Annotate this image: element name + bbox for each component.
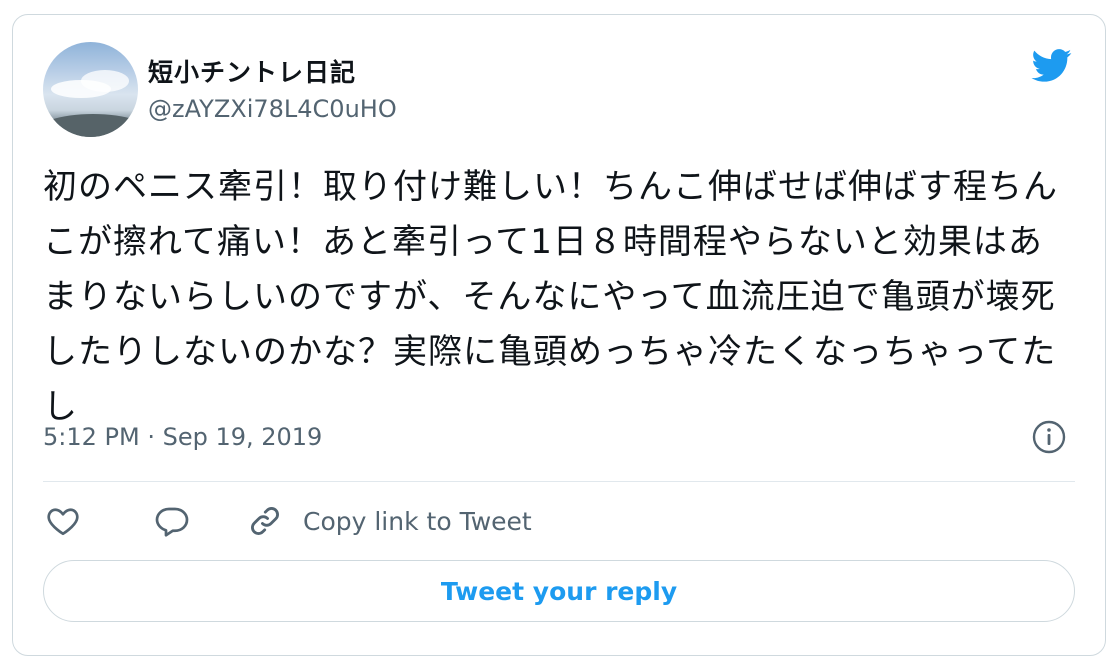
- tweet-timestamp[interactable]: 5:12 PM · Sep 19, 2019: [43, 423, 322, 451]
- tweet-card: 短小チントレ日記 @zAYZXi78L4C0uHO 初のペニス牽引！取り付け難し…: [12, 14, 1106, 656]
- divider: [43, 481, 1075, 482]
- info-icon[interactable]: [1031, 419, 1067, 455]
- like-button[interactable]: [45, 501, 81, 541]
- twitter-bird-icon[interactable]: [1028, 45, 1076, 85]
- heart-icon: [47, 508, 79, 536]
- avatar-hill: [43, 114, 138, 137]
- copy-link-button[interactable]: Copy link to Tweet: [247, 501, 532, 541]
- tweet-text: 初のペニス牽引！取り付け難しい！ちんこ伸ばせば伸ばす程ちんこが擦れて痛い！あと牽…: [43, 167, 1058, 427]
- display-name[interactable]: 短小チントレ日記: [148, 53, 356, 89]
- tweet-reply-button[interactable]: Tweet your reply: [43, 560, 1075, 622]
- reply-action-button[interactable]: [153, 501, 191, 541]
- avatar-cloud: [81, 70, 129, 92]
- speech-bubble-icon: [155, 507, 189, 537]
- copy-link-label: Copy link to Tweet: [303, 506, 532, 536]
- user-handle[interactable]: @zAYZXi78L4C0uHO: [148, 95, 397, 123]
- avatar[interactable]: [43, 42, 138, 137]
- link-icon: [251, 507, 279, 535]
